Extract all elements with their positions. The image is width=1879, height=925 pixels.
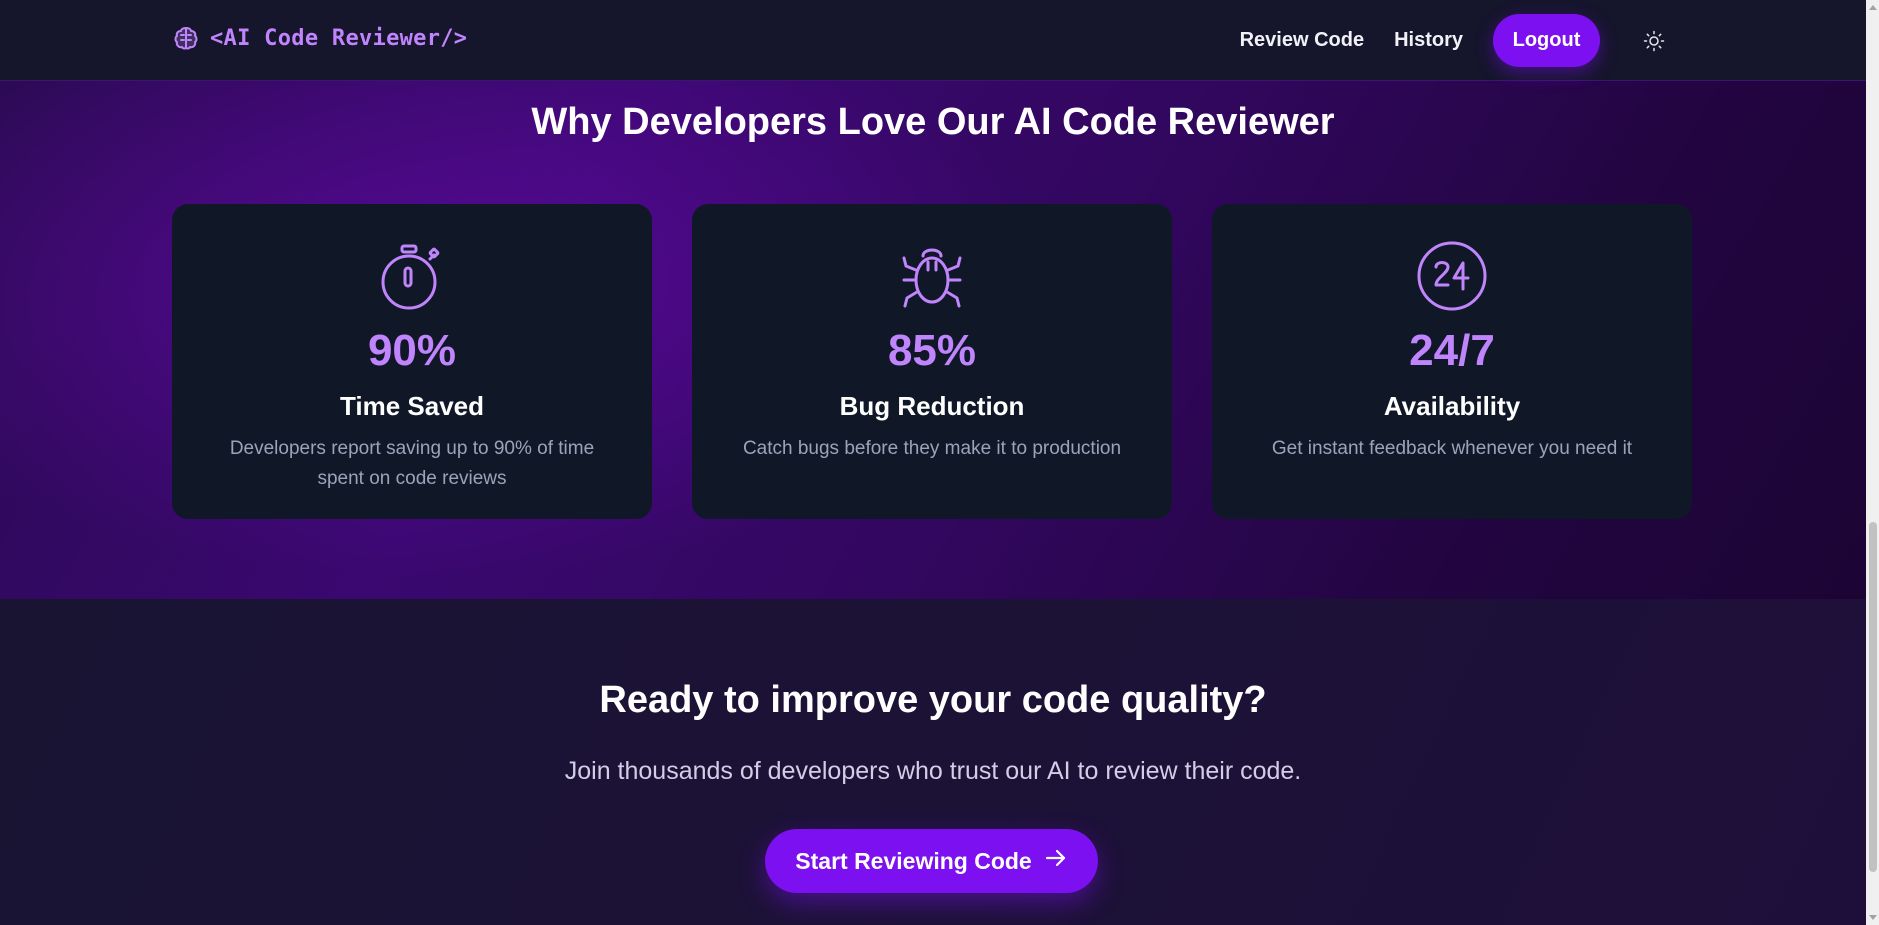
stat-label: Time Saved	[339, 391, 485, 421]
24-hours-icon	[1212, 240, 1692, 312]
stat-value: 90%	[367, 326, 457, 375]
nav-links: Review Code History Logout	[1240, 14, 1668, 67]
stat-card-availability: 24/7 Availability Get instant feedback w…	[1212, 204, 1692, 519]
navbar: <AI Code Reviewer/> Review Code History …	[0, 0, 1866, 81]
stat-description: Developers report saving up to 90% of ti…	[229, 438, 595, 489]
scrollbar-thumb[interactable]	[1869, 522, 1877, 872]
stat-label: Bug Reduction	[839, 391, 1025, 421]
stat-label: Availability	[1383, 391, 1521, 421]
logout-button[interactable]: Logout	[1493, 14, 1600, 67]
stat-description: Catch bugs before they make it to produc…	[742, 438, 1122, 459]
stats-section: Why Developers Love Our AI Code Reviewer…	[0, 81, 1866, 599]
cta-subtitle: Join thousands of developers who trust o…	[564, 757, 1302, 785]
stat-card-bug-reduction: 85% Bug Reduction Catch bugs before they…	[692, 204, 1172, 519]
brand-logo[interactable]: <AI Code Reviewer/>	[172, 24, 467, 52]
stat-card-time-saved: 90% Time Saved Developers report saving …	[172, 204, 652, 519]
scroll-up-icon[interactable]	[1869, 5, 1877, 10]
brain-icon	[172, 24, 200, 52]
sun-icon[interactable]	[1640, 27, 1668, 55]
arrow-right-icon	[1044, 846, 1068, 876]
stopwatch-icon	[172, 240, 652, 312]
bug-icon	[692, 240, 1172, 312]
stat-value: 24/7	[1409, 326, 1495, 375]
cta-section: Ready to improve your code quality? Join…	[0, 599, 1866, 925]
stat-description: Get instant feedback whenever you need i…	[1271, 438, 1633, 459]
cta-title: Ready to improve your code quality?	[599, 679, 1267, 721]
page-scrollbar[interactable]	[1866, 0, 1879, 925]
nav-link-history[interactable]: History	[1394, 29, 1463, 52]
start-reviewing-button[interactable]: Start Reviewing Code	[765, 829, 1098, 893]
nav-link-review-code[interactable]: Review Code	[1240, 29, 1364, 52]
stat-value: 85%	[887, 326, 977, 375]
start-reviewing-label: Start Reviewing Code	[795, 847, 1032, 874]
stats-title: Why Developers Love Our AI Code Reviewer	[531, 101, 1335, 143]
brand-name: <AI Code Reviewer/>	[210, 25, 468, 51]
scroll-down-icon[interactable]	[1869, 915, 1877, 920]
